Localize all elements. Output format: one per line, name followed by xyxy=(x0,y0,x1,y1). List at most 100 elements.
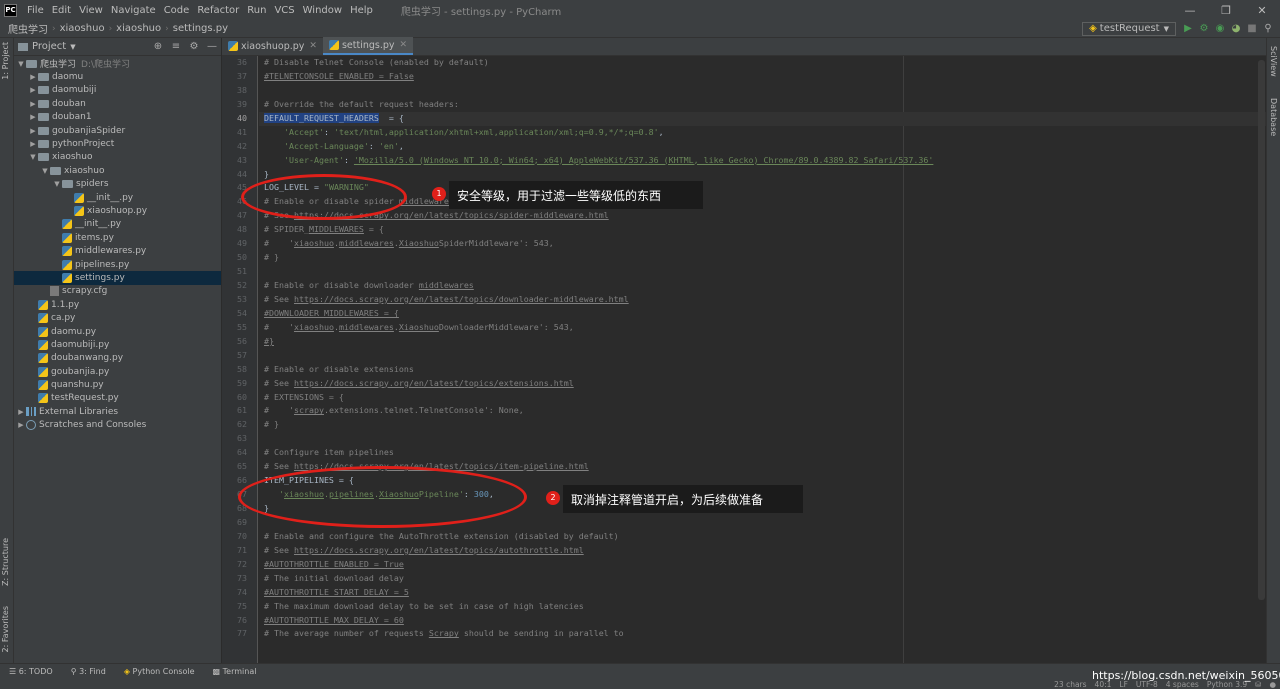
menu-code[interactable]: Code xyxy=(160,5,194,16)
breadcrumb-project[interactable]: 爬虫学习 xyxy=(6,21,50,36)
run-icon[interactable]: ▶ xyxy=(1180,23,1196,34)
todo-tool-button[interactable]: ☰ 6: TODO xyxy=(0,667,62,676)
code-line[interactable]: #} xyxy=(259,335,1266,349)
code-line[interactable]: # SPIDER_MIDDLEWARES = { xyxy=(259,223,1266,237)
code-line[interactable]: #AUTOTHROTTLE_MAX_DELAY = 60 xyxy=(259,614,1266,628)
tree-item[interactable]: middlewares.py xyxy=(14,244,221,257)
code-line[interactable]: # 'scrapy.extensions.telnet.TelnetConsol… xyxy=(259,404,1266,418)
tree-item[interactable]: __init__.py xyxy=(14,218,221,231)
menu-navigate[interactable]: Navigate xyxy=(107,5,160,16)
code-line[interactable]: #AUTOTHROTTLE_START_DELAY = 5 xyxy=(259,586,1266,600)
tree-item[interactable]: 1.1.py xyxy=(14,298,221,311)
tree-item[interactable]: daomubiji.py xyxy=(14,338,221,351)
project-panel-title[interactable]: Project xyxy=(32,41,66,52)
code-line[interactable]: # See https://docs.scrapy.org/en/latest/… xyxy=(259,377,1266,391)
code-line[interactable] xyxy=(259,432,1266,446)
chevron-right-icon[interactable]: ▶ xyxy=(28,127,38,135)
menu-edit[interactable]: Edit xyxy=(48,5,75,16)
tree-item[interactable]: ▶ goubanjiaSpider xyxy=(14,124,221,137)
code-line[interactable]: # Enable or disable extensions xyxy=(259,363,1266,377)
chevron-right-icon[interactable]: ▶ xyxy=(16,421,26,429)
chevron-right-icon[interactable]: ▶ xyxy=(28,113,38,121)
code-line[interactable]: # Configure item pipelines xyxy=(259,446,1266,460)
chevron-right-icon[interactable]: ▶ xyxy=(28,140,38,148)
code-line[interactable] xyxy=(259,265,1266,279)
chevron-down-icon[interactable]: ▼ xyxy=(70,43,75,51)
restore-icon[interactable]: ❐ xyxy=(1208,4,1244,17)
tree-item[interactable]: ▼ spiders xyxy=(14,178,221,191)
tree-item[interactable]: ▶ External Libraries xyxy=(14,405,221,418)
tree-item[interactable]: ▶ daomubiji xyxy=(14,84,221,97)
close-tab-icon[interactable]: ✕ xyxy=(400,40,408,50)
code-line[interactable]: # Disable Telnet Console (enabled by def… xyxy=(259,56,1266,70)
chevron-right-icon[interactable]: ▶ xyxy=(28,86,38,94)
menu-help[interactable]: Help xyxy=(346,5,377,16)
breadcrumb-folder[interactable]: xiaoshuo xyxy=(58,23,107,34)
profile-icon[interactable]: ◕ xyxy=(1228,23,1244,34)
chevron-right-icon[interactable]: ▶ xyxy=(28,73,38,81)
code-line[interactable]: DEFAULT_REQUEST_HEADERS = { xyxy=(259,111,1266,126)
code-line[interactable] xyxy=(259,349,1266,363)
tree-item[interactable]: ▶ pythonProject xyxy=(14,137,221,150)
chevron-down-icon[interactable]: ▼ xyxy=(16,60,26,68)
code-line[interactable]: #AUTOTHROTTLE_ENABLED = True xyxy=(259,558,1266,572)
tree-item[interactable]: quanshu.py xyxy=(14,378,221,391)
chevron-down-icon[interactable]: ▼ xyxy=(52,180,62,188)
tree-item[interactable]: pipelines.py xyxy=(14,258,221,271)
breadcrumb-package[interactable]: xiaoshuo xyxy=(114,23,163,34)
menu-vcs[interactable]: VCS xyxy=(270,5,298,16)
close-icon[interactable]: ✕ xyxy=(1244,4,1280,17)
project-tool-tab[interactable]: 1: Project xyxy=(1,42,10,80)
code-line[interactable]: # Enable or disable spider middlewares xyxy=(259,195,1266,209)
code-line[interactable]: # See https://docs.scrapy.org/en/latest/… xyxy=(259,544,1266,558)
code-line[interactable]: # 'xiaoshuo.middlewares.XiaoshuoSpiderMi… xyxy=(259,237,1266,251)
chevron-down-icon[interactable]: ▼ xyxy=(28,153,38,161)
collapse-all-icon[interactable]: ≡ xyxy=(167,41,185,52)
menu-view[interactable]: View xyxy=(75,5,107,16)
code-line[interactable]: #DOWNLOADER_MIDDLEWARES = { xyxy=(259,307,1266,321)
menu-window[interactable]: Window xyxy=(299,5,346,16)
python-console-tool-button[interactable]: ◈ Python Console xyxy=(115,667,204,676)
tree-item[interactable]: items.py xyxy=(14,231,221,244)
code-line[interactable]: } xyxy=(259,168,1266,182)
tree-item[interactable]: settings.py xyxy=(14,271,221,285)
menu-refactor[interactable]: Refactor xyxy=(193,5,243,16)
tab-settings[interactable]: settings.py ✕ xyxy=(322,37,414,55)
tree-item[interactable]: doubanwang.py xyxy=(14,352,221,365)
run-configuration-select[interactable]: ◈ testRequest ▼ xyxy=(1082,21,1176,36)
code-line[interactable]: # Enable and configure the AutoThrottle … xyxy=(259,530,1266,544)
breadcrumb-file[interactable]: settings.py xyxy=(171,23,230,34)
database-tool-tab[interactable]: Database xyxy=(1269,98,1278,136)
tree-item[interactable]: daomu.py xyxy=(14,325,221,338)
gear-icon[interactable]: ⚙ xyxy=(185,41,203,52)
tree-item[interactable]: goubanjia.py xyxy=(14,365,221,378)
code-line[interactable]: 'User-Agent': 'Mozilla/5.0 (Windows NT 1… xyxy=(259,154,1266,168)
code-line[interactable]: 'Accept': 'text/html,application/xhtml+x… xyxy=(259,126,1266,140)
stop-icon[interactable]: ■ xyxy=(1244,23,1260,34)
code-line[interactable]: # See https://docs.scrapy.org/en/latest/… xyxy=(259,209,1266,223)
code-line[interactable]: # Enable or disable downloader middlewar… xyxy=(259,279,1266,293)
code-line[interactable]: # The average number of requests Scrapy … xyxy=(259,627,1266,641)
structure-tool-tab[interactable]: Z: Structure xyxy=(1,538,10,586)
chevron-down-icon[interactable]: ▼ xyxy=(40,167,50,175)
tree-item[interactable]: ▼ xiaoshuo xyxy=(14,151,221,164)
tree-item[interactable]: __init__.py xyxy=(14,191,221,204)
code-line[interactable]: #TELNETCONSOLE_ENABLED = False xyxy=(259,70,1266,84)
tree-item[interactable]: scrapy.cfg xyxy=(14,285,221,298)
chevron-right-icon[interactable]: ▶ xyxy=(16,408,26,416)
tree-item[interactable]: ca.py xyxy=(14,311,221,324)
tree-item[interactable]: ▼ 爬虫学习 D:\爬虫学习 xyxy=(14,57,221,70)
close-tab-icon[interactable]: ✕ xyxy=(309,41,317,51)
code-line[interactable]: # Override the default request headers: xyxy=(259,98,1266,112)
tree-item[interactable]: ▶ douban xyxy=(14,97,221,110)
code-line[interactable]: # 'xiaoshuo.middlewares.XiaoshuoDownload… xyxy=(259,321,1266,335)
hide-icon[interactable]: — xyxy=(203,41,221,52)
code-editor[interactable]: # Disable Telnet Console (enabled by def… xyxy=(259,56,1266,663)
minimize-icon[interactable]: — xyxy=(1172,4,1208,17)
code-line[interactable] xyxy=(259,84,1266,98)
editor-scrollbar[interactable] xyxy=(1258,60,1265,600)
tree-item[interactable]: ▶ daomu xyxy=(14,70,221,83)
code-line[interactable]: # EXTENSIONS = { xyxy=(259,391,1266,405)
menu-file[interactable]: File xyxy=(23,5,48,16)
search-icon[interactable]: ⚲ xyxy=(1260,23,1276,34)
